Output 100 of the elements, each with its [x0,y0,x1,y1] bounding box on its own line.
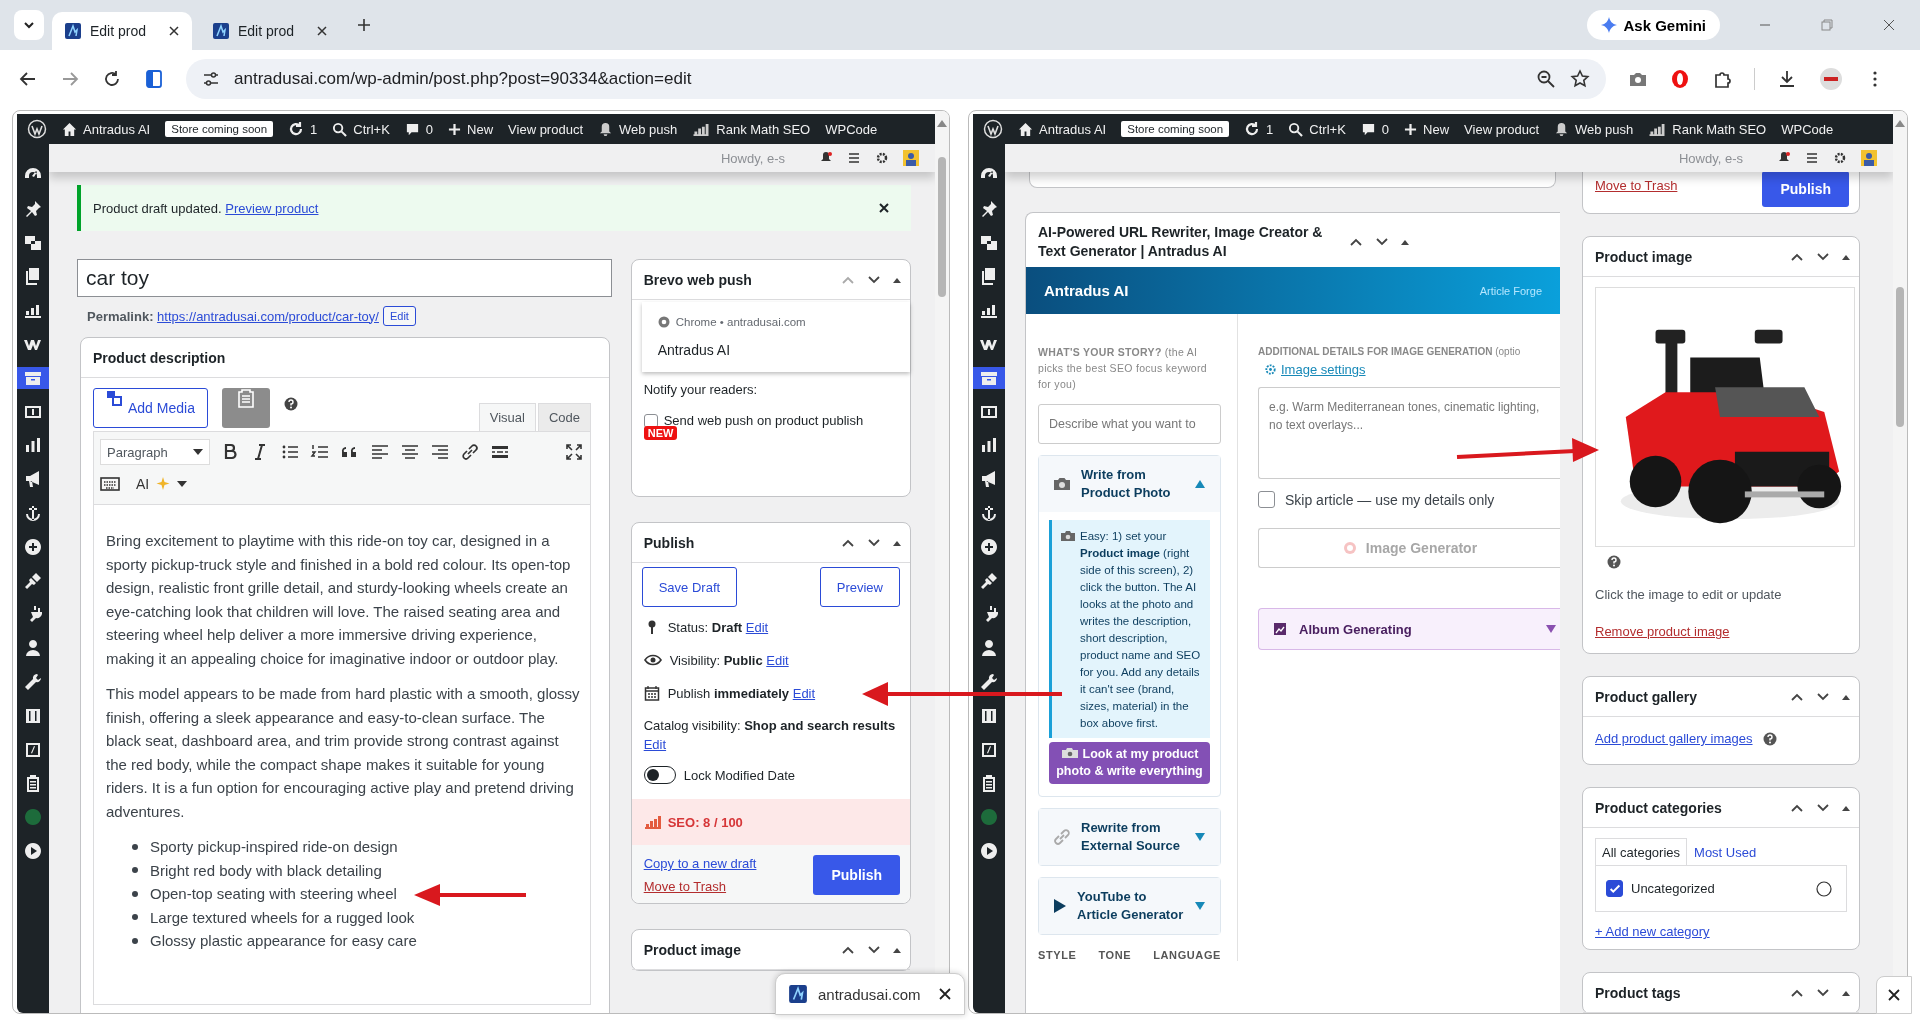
user-avatar[interactable] [1861,150,1877,166]
settings-icon[interactable] [875,151,889,165]
checkbox[interactable] [643,413,658,428]
editor-tab[interactable]: Visual [478,403,536,431]
wpcode-link[interactable]: WPCode [1781,121,1834,137]
save-draft-button[interactable]: Save Draft [641,567,738,607]
scroll-thumb[interactable] [938,157,946,297]
tab-list-button[interactable] [14,10,44,40]
new-content-link[interactable]: New [448,121,494,137]
menu-products-icon[interactable] [973,366,1005,389]
radio-icon[interactable] [1816,880,1832,897]
split-view-icon[interactable] [144,69,164,89]
accordion-header[interactable]: Write from Product Photo [1039,456,1220,512]
format-dropdown[interactable]: Paragraph [100,439,210,465]
align-center-icon[interactable] [400,442,420,462]
close-icon[interactable] [877,201,891,215]
image-settings-link[interactable]: Image settings [1281,362,1366,377]
close-icon[interactable] [168,25,180,37]
close-icon[interactable] [938,987,952,1001]
web-push-link[interactable]: Web push [598,121,678,137]
help-icon[interactable] [1607,555,1621,569]
accordion-header[interactable]: YouTube to Article Generator [1039,878,1220,934]
wordpress-logo-icon[interactable] [27,119,47,139]
keyboard-icon[interactable] [100,474,120,494]
scroll-thumb[interactable] [1896,287,1904,427]
move-to-trash-link[interactable]: Move to Trash [643,879,814,894]
new-content-link[interactable]: New [1404,121,1450,137]
wordpress-logo-icon[interactable] [983,119,1003,139]
extensions-icon[interactable] [1712,69,1732,89]
list-icon[interactable] [847,151,861,165]
close-icon[interactable] [1887,988,1901,1002]
user-avatar[interactable] [903,150,919,166]
scroll-up-icon[interactable] [937,119,947,127]
clipboard-button[interactable] [221,388,270,428]
rank-math-link[interactable]: Rank Math SEO [692,121,811,137]
remove-image-link[interactable]: Remove product image [1595,624,1847,639]
scroll-up-icon[interactable] [1895,119,1905,127]
move-to-trash-link[interactable]: Move to Trash [1595,178,1678,193]
site-info-icon[interactable] [202,70,220,88]
details-field[interactable]: e.g. Warm Mediterranean tones, cinematic lighting, no text overlays... [1258,387,1560,479]
align-right-icon[interactable] [430,442,450,462]
checkbox[interactable] [1606,880,1623,897]
title-field[interactable]: car toy [77,259,612,297]
preview-button[interactable]: Preview [819,567,900,607]
add-category-link[interactable]: + Add new category [1595,924,1847,939]
web-push-link[interactable]: Web push [1554,121,1634,137]
reload-icon[interactable] [102,69,122,89]
wpcode-link[interactable]: WPCode [825,121,878,137]
site-name-link[interactable]: Antradus AI [1018,121,1107,137]
permalink-link[interactable]: https://antradusai.com/product/car-toy/ [157,308,379,324]
close-icon[interactable] [316,25,328,37]
align-left-icon[interactable] [370,442,390,462]
download-icon[interactable] [1777,69,1797,89]
browser-tab[interactable]: Edit prod [200,12,340,50]
publish-button[interactable]: Publish [1762,171,1849,207]
profile-avatar[interactable] [1819,67,1843,91]
address-bar[interactable]: antradusai.com/wp-admin/post.php?post=90334&action=edit [186,59,1606,99]
link-icon[interactable] [460,442,480,462]
ai-dropdown[interactable]: AI [130,475,194,493]
preview-product-link[interactable]: Preview product [225,200,319,216]
edit-link[interactable]: Edit [643,737,667,752]
command-search-link[interactable]: Ctrl+K [1288,121,1346,137]
browser-tab[interactable]: Edit prod [52,12,192,50]
new-tab-icon[interactable] [356,17,372,33]
view-product-link[interactable]: View product [508,121,583,137]
copy-draft-link[interactable]: Copy to a new draft [643,856,814,871]
updates-link[interactable]: 1 [288,121,318,137]
fullscreen-icon[interactable] [564,442,584,462]
help-icon[interactable] [1762,731,1777,746]
add-gallery-images-link[interactable]: Add product gallery images [1595,731,1753,746]
publish-button[interactable]: Publish [813,855,900,895]
edit-link[interactable]: Edit [766,652,789,668]
menu-products-icon[interactable] [17,366,49,389]
accordion-header[interactable]: Rewrite from External Source [1039,809,1220,865]
star-icon[interactable] [1570,69,1590,89]
comments-link[interactable]: 0 [1360,121,1390,137]
site-name-link[interactable]: Antradus AI [62,121,151,137]
shield-icon[interactable] [1670,69,1690,89]
updates-link[interactable]: 1 [1244,121,1274,137]
editor-tab[interactable]: Code [537,403,591,431]
view-product-link[interactable]: View product [1464,121,1539,137]
checkbox[interactable] [1258,491,1275,508]
list-icon[interactable] [1805,151,1819,165]
add-media-button[interactable]: Add Media [93,388,208,428]
rank-math-link[interactable]: Rank Math SEO [1648,121,1767,137]
edit-permalink-button[interactable]: Edit [382,306,416,326]
settings-icon[interactable] [1833,151,1847,165]
zoom-icon[interactable] [1536,69,1556,89]
comments-link[interactable]: 0 [404,121,434,137]
category-tab[interactable]: Most Used [1687,838,1764,866]
command-search-link[interactable]: Ctrl+K [332,121,390,137]
edit-link[interactable]: Edit [745,619,769,635]
album-generating-panel[interactable]: Album Generating [1258,608,1560,650]
story-field[interactable]: Describe what you want to [1038,404,1221,444]
edit-link[interactable]: Edit [792,685,816,701]
category-tab[interactable]: All categories [1595,838,1688,866]
write-from-photo-button[interactable]: Look at my product photo & write everything [1049,742,1210,784]
close-toast[interactable] [1876,976,1912,1014]
gemini-button[interactable]: Ask Gemini [1587,10,1720,40]
help-icon[interactable] [283,397,298,411]
